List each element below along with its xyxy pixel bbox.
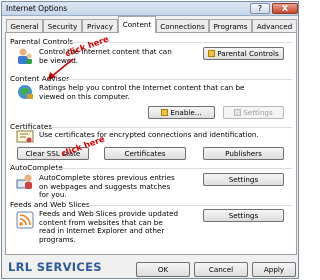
parental-controls-icon xyxy=(18,48,32,64)
content-advisor-settings-button[interactable]: Settings xyxy=(223,106,284,119)
feeds-settings-button[interactable]: Settings xyxy=(203,209,284,222)
autocomplete-description: AutoComplete stores previous entries on … xyxy=(39,173,175,200)
certificate-icon xyxy=(16,130,34,143)
section-divider xyxy=(56,168,292,169)
ok-button[interactable]: OK xyxy=(136,262,190,277)
tab-content[interactable]: Content xyxy=(118,16,156,33)
brand-watermark: LRL SERVICES xyxy=(8,260,102,274)
autocomplete-icon xyxy=(16,174,32,189)
certificates-description: Use certificates for encrypted connectio… xyxy=(39,130,259,139)
shield-icon xyxy=(208,50,216,57)
certificates-button[interactable]: Certificates xyxy=(104,147,186,160)
tab-connections[interactable]: Connections xyxy=(156,19,209,32)
content-tab-panel: Parental Controls Control the Internet c… xyxy=(5,32,297,255)
tab-security[interactable]: Security xyxy=(43,19,82,32)
section-divider xyxy=(64,79,292,80)
shield-icon xyxy=(234,109,242,116)
content-advisor-icon xyxy=(18,85,33,99)
tab-advanced[interactable]: Advanced xyxy=(252,19,297,32)
section-divider xyxy=(51,127,292,128)
content-advisor-description: Ratings help you control the Internet co… xyxy=(39,83,245,101)
help-button[interactable]: ? xyxy=(250,3,270,14)
parental-controls-title: Parental Controls xyxy=(10,37,74,46)
cancel-button[interactable]: Cancel xyxy=(194,262,248,277)
apply-button[interactable]: Apply xyxy=(252,262,296,277)
feeds-title: Feeds and Web Slices xyxy=(10,200,90,209)
close-button[interactable]: X xyxy=(272,3,298,14)
title-bar: Internet Options ? X xyxy=(2,2,298,16)
tab-general[interactable]: General xyxy=(6,19,43,32)
section-divider xyxy=(86,205,292,206)
autocomplete-title: AutoComplete xyxy=(10,163,63,172)
internet-options-dialog: Internet Options ? X General Security Pr… xyxy=(1,1,299,279)
autocomplete-settings-button[interactable]: Settings xyxy=(203,173,284,186)
window-title: Internet Options xyxy=(6,4,68,13)
content-advisor-title: Content Advisor xyxy=(10,74,70,83)
tab-programs[interactable]: Programs xyxy=(209,19,252,32)
tab-privacy[interactable]: Privacy xyxy=(82,19,118,32)
publishers-button[interactable]: Publishers xyxy=(203,147,284,160)
shield-icon xyxy=(161,109,169,116)
feeds-description: Feeds and Web Slices provide updated con… xyxy=(39,209,179,244)
enable-button[interactable]: Enable... xyxy=(148,106,215,119)
parental-controls-button[interactable]: Parental Controls xyxy=(203,47,284,60)
feeds-icon xyxy=(16,211,34,229)
